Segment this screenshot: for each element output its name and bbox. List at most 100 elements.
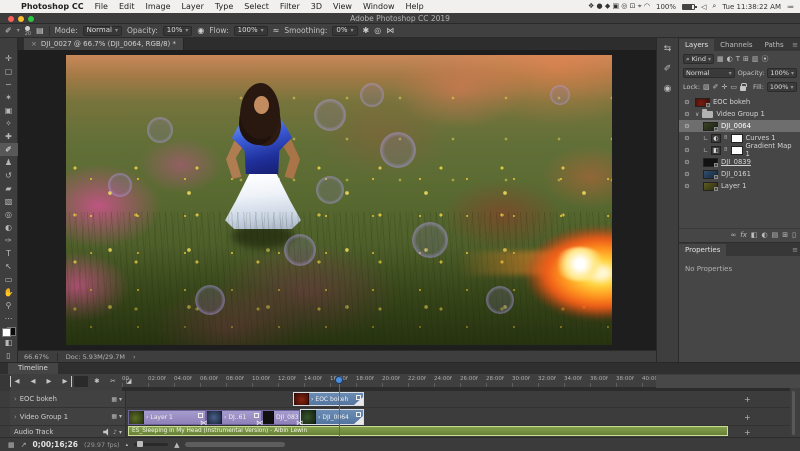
music-note-icon[interactable]: ♪: [113, 429, 117, 436]
layer-name[interactable]: EOC bokeh: [713, 98, 750, 106]
brush-preset-picker[interactable]: 20: [25, 26, 31, 36]
add-audio-button[interactable]: +: [744, 428, 751, 437]
opacity-pressure-icon[interactable]: ◉: [197, 26, 204, 35]
tab-timeline[interactable]: Timeline: [8, 363, 58, 374]
eye-icon[interactable]: ⊙: [682, 170, 692, 178]
gradient-map-adjustment-icon[interactable]: ◧: [711, 146, 721, 155]
audio-clip[interactable]: ES_Sleeping in My Head (Instrumental Ver…: [128, 426, 728, 436]
layer-thumbnail[interactable]: [703, 158, 718, 167]
layer-thumbnail[interactable]: [703, 170, 718, 179]
layer-row[interactable]: ⊙ EOC bokeh: [679, 96, 800, 108]
layer-row-selected[interactable]: ⊙ DJI_0064: [679, 120, 800, 132]
brush-tool[interactable]: ✐: [0, 143, 18, 156]
layer-row[interactable]: ⊙ Layer 1: [679, 180, 800, 192]
eyedropper-tool[interactable]: ✧: [0, 117, 18, 130]
layer-row[interactable]: ⊙ DJI_0161: [679, 168, 800, 180]
filter-shape-icon[interactable]: ⊞: [743, 55, 749, 63]
tab-paths[interactable]: Paths: [759, 39, 790, 51]
menu-filter[interactable]: Filter: [280, 2, 300, 11]
link-layers-icon[interactable]: ∞: [730, 231, 736, 239]
menu-file[interactable]: File: [95, 2, 108, 11]
path-selection-tool[interactable]: ↖: [0, 260, 18, 273]
timeline-ruler[interactable]: 00 02:00f 04:00f 06:00f 08:00f 10:00f 12…: [122, 375, 656, 388]
panel-menu-icon[interactable]: ≡: [792, 246, 798, 254]
layer-name[interactable]: DJI_0161: [721, 170, 751, 178]
track-header-video-group[interactable]: › Video Group 1 ▦▾: [10, 408, 126, 425]
blur-tool[interactable]: ◎: [0, 208, 18, 221]
lock-transparency-icon[interactable]: ▨: [703, 83, 710, 91]
menu-3d[interactable]: 3D: [311, 2, 322, 11]
tool-preset-caret-icon[interactable]: ▾: [17, 27, 20, 34]
eye-icon[interactable]: ⊙: [682, 146, 692, 154]
move-tool[interactable]: ✛: [0, 52, 18, 65]
smoothing-select[interactable]: 0%▾: [332, 26, 357, 36]
type-tool[interactable]: T: [0, 247, 18, 260]
sound-icon[interactable]: ◁: [701, 3, 706, 11]
zoom-level-field[interactable]: 66.67%: [24, 353, 49, 361]
lock-position-icon[interactable]: ✛: [722, 83, 728, 91]
zoom-slider-thumb[interactable]: [137, 441, 143, 447]
healing-brush-tool[interactable]: ✚: [0, 130, 18, 143]
lasso-tool[interactable]: ∽: [0, 78, 18, 91]
eye-icon[interactable]: ⊙: [682, 98, 692, 106]
crop-tool[interactable]: ▣: [0, 104, 18, 117]
tab-channels[interactable]: Channels: [714, 39, 758, 51]
convert-frames-icon[interactable]: ▦: [8, 441, 15, 449]
pen-tool[interactable]: ✑: [0, 234, 18, 247]
track-expand-chevron-icon[interactable]: ›: [14, 413, 17, 421]
new-group-icon[interactable]: ▤: [772, 231, 779, 239]
lock-all-icon[interactable]: [740, 86, 746, 91]
tab-properties[interactable]: Properties: [679, 244, 726, 256]
color-swatches[interactable]: [2, 328, 16, 336]
filter-adjustment-icon[interactable]: ◐: [727, 55, 733, 63]
panel-menu-icon[interactable]: ≡: [792, 41, 798, 49]
track-header-eoc-bokeh[interactable]: › EOC bokeh ▦▾: [10, 391, 126, 407]
filter-pixel-icon[interactable]: ▦: [717, 55, 724, 63]
zoom-out-icon[interactable]: ▴: [126, 442, 129, 448]
clip-keyframe-box-icon[interactable]: [254, 413, 259, 418]
clip-keyframe-box-icon[interactable]: [356, 395, 361, 400]
minimize-window-button[interactable]: [18, 16, 24, 22]
canvas-pasteboard[interactable]: [18, 50, 656, 350]
split-at-playhead-button[interactable]: ✂: [106, 376, 120, 387]
menu-photoshop[interactable]: Photoshop CC: [21, 2, 84, 11]
render-video-icon[interactable]: ↗: [21, 441, 27, 449]
foreground-color-swatch[interactable]: [2, 328, 11, 337]
chevron-down-icon[interactable]: ▾: [119, 413, 122, 420]
canvas-photo[interactable]: [66, 55, 612, 345]
opacity-select[interactable]: 10%▾: [163, 26, 193, 36]
layer-name[interactable]: DJI_0064: [721, 122, 751, 130]
layer-name[interactable]: DJI_0839: [721, 158, 751, 166]
document-tab[interactable]: × DJI_0027 @ 66.7% (DJI_0064, RGB/8) *: [24, 38, 184, 50]
menu-edit[interactable]: Edit: [119, 2, 135, 11]
chevron-down-icon[interactable]: ▾: [119, 429, 122, 436]
previous-frame-button[interactable]: ◀: [26, 376, 40, 387]
filter-pin-icon[interactable]: ⦿: [762, 54, 769, 64]
zoom-window-button[interactable]: [28, 16, 34, 22]
zoom-tool[interactable]: ⚲: [0, 299, 18, 312]
layer-name[interactable]: Curves 1: [746, 134, 776, 142]
timeline-vertical-scrollbar[interactable]: [792, 391, 795, 435]
layer-mask-thumbnail[interactable]: [731, 146, 743, 155]
gradient-tool[interactable]: ▧: [0, 195, 18, 208]
edit-toolbar-icon[interactable]: ⋯: [0, 312, 18, 325]
tab-layers[interactable]: Layers: [679, 39, 714, 51]
dodge-tool[interactable]: ◐: [0, 221, 18, 234]
quick-mask-button[interactable]: ◧: [0, 336, 18, 349]
close-tab-icon[interactable]: ×: [31, 40, 37, 48]
timeline-settings-button[interactable]: ✱: [90, 376, 104, 387]
menu-status-icons[interactable]: ❖ ● ◆ ▣ ◎ ⊡ ⌖ ◠: [588, 2, 650, 11]
zoom-in-icon[interactable]: ▲: [174, 441, 179, 449]
clone-source-panel-icon[interactable]: ◉: [664, 84, 672, 94]
quick-selection-tool[interactable]: ✶: [0, 91, 18, 104]
timeline-horizontal-scrollbar[interactable]: [185, 442, 285, 447]
filmstrip-icon[interactable]: ▦: [111, 413, 117, 420]
close-window-button[interactable]: [8, 16, 14, 22]
eye-icon[interactable]: ⊙: [682, 182, 692, 190]
marquee-tool[interactable]: ▢: [0, 65, 18, 78]
layer-name[interactable]: Video Group 1: [716, 110, 764, 118]
adjustment-layer-icon[interactable]: ◐: [762, 231, 768, 239]
symmetry-icon[interactable]: ⋈: [386, 26, 394, 35]
menu-view[interactable]: View: [333, 2, 352, 11]
clone-stamp-tool[interactable]: ♟: [0, 156, 18, 169]
